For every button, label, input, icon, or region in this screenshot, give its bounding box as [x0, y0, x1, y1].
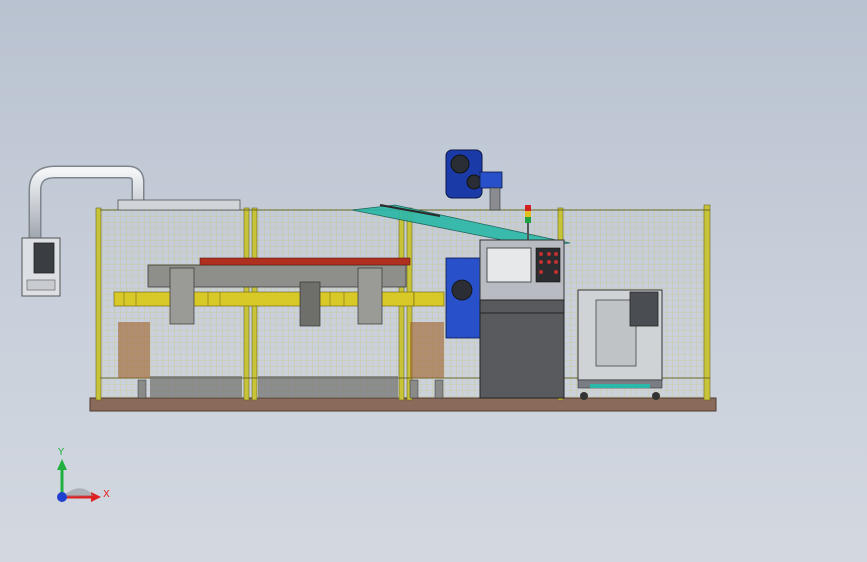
cad-viewport[interactable]: Y X [0, 0, 867, 562]
cart-machine-icon [577, 289, 663, 400]
y-axis-label: Y [57, 447, 65, 458]
x-axis-label: X [103, 489, 110, 500]
machine-hood [117, 199, 241, 211]
coordinate-triad: Y X [57, 447, 110, 502]
operator-terminal-icon [21, 237, 61, 297]
control-cabinet-icon [479, 239, 565, 399]
